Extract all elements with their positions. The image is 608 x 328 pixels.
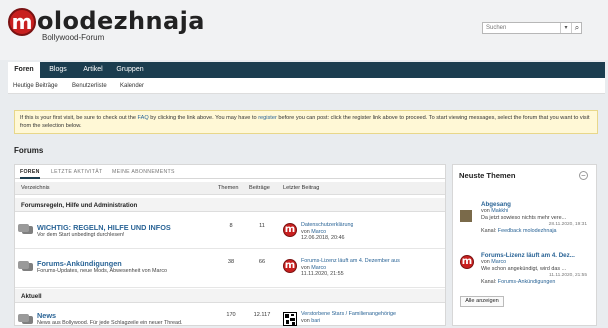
forum-title[interactable]: News <box>37 311 56 320</box>
by-label: von <box>301 264 310 271</box>
last-post-user[interactable]: Marco <box>311 229 326 235</box>
by-label: von <box>301 317 310 324</box>
register-link[interactable]: register <box>258 115 277 121</box>
forum-desc: News aus Bollywood. Für jede Schlagzeile… <box>37 320 183 326</box>
forum-desc: Forums-Updates, neue Mods, Abwesenheit v… <box>37 268 168 274</box>
subnav-todays-posts[interactable]: Heutige Beiträge <box>13 83 58 89</box>
post-count: 11 <box>259 223 265 229</box>
post-count: 12.117 <box>253 312 271 318</box>
last-post-date: 11.11.2020, 21:55 <box>301 271 344 278</box>
site-subtitle: Bollywood-Forum <box>42 33 105 42</box>
site-header: m olodezhnaja Bollywood-Forum Suchen ▾ ⌕ <box>0 0 608 60</box>
avatar-letter: m <box>284 224 296 235</box>
last-post-date: 12.06.2018, 20:46 <box>301 235 345 242</box>
channel-link[interactable]: Forums-Ankündigungen <box>498 279 556 285</box>
chevron-down-icon[interactable]: ▾ <box>560 23 571 33</box>
last-post: Forums-Lizenz läuft am 4. Dezember aus v… <box>301 258 400 278</box>
topic-count: 38 <box>227 259 235 265</box>
avatar[interactable] <box>460 210 472 222</box>
forum-title[interactable]: Forums-Ankündigungen <box>37 259 122 268</box>
last-post: Verstorbene Stars / Familienangehörige v… <box>301 311 396 324</box>
section-title: Forumsregeln, Hilfe und Administration <box>21 202 138 209</box>
tab-subscriptions[interactable]: MEINE ABONNEMENTS <box>112 169 175 175</box>
channel-link[interactable]: Feedback molodezhnaja <box>498 228 557 234</box>
forum-row: Forums-Ankündigungen Forums-Updates, neu… <box>15 250 445 288</box>
col-last-post: Letzter Beitrag <box>283 185 320 191</box>
col-topics: Themen <box>218 185 239 191</box>
site-logo[interactable]: m olodezhnaja Bollywood-Forum <box>8 7 218 48</box>
show-all-button[interactable]: Alle anzeigen <box>460 296 504 307</box>
last-post-title[interactable]: Verstorbene Stars / Familienangehörige <box>301 311 396 317</box>
avatar[interactable]: m <box>460 255 474 269</box>
notice-text-1: If this is your first visit, be sure to … <box>20 115 138 121</box>
avatar[interactable] <box>283 312 297 326</box>
col-posts: Beiträge <box>249 185 270 191</box>
search-box[interactable]: Suchen ▾ ⌕ <box>482 22 582 34</box>
tab-artikel[interactable]: Artikel <box>78 62 108 78</box>
forum-icon <box>18 224 33 234</box>
channel-label: Kanal: <box>481 279 497 285</box>
logo-text: olodezhnaja <box>37 7 205 35</box>
tab-forums[interactable]: FOREN <box>20 169 40 179</box>
topic-user[interactable]: Makkhi <box>491 208 508 214</box>
search-icon[interactable]: ⌕ <box>571 23 582 33</box>
tab-recent-activity[interactable]: LETZTE AKTIVITÄT <box>51 169 103 175</box>
main-nav: Foren Blogs Artikel Gruppen <box>8 62 605 78</box>
last-post-title[interactable]: Forums-Lizenz läuft am 4. Dezember aus <box>301 258 400 264</box>
topic-count: 8 <box>229 223 233 229</box>
sub-nav: Heutige Beiträge Benutzerliste Kalender <box>8 78 605 94</box>
topic-excerpt: Da jetzt sowieso nichts mehr vere... <box>481 215 567 221</box>
by-label: von <box>301 228 310 235</box>
welcome-notice: If this is your first visit, be sure to … <box>14 110 598 134</box>
section-header: Forumsregeln, Hilfe und Administration <box>15 198 445 212</box>
forum-row: News News aus Bollywood. Für jede Schlag… <box>15 304 445 328</box>
avatar[interactable]: m <box>283 223 297 237</box>
column-headers: Verzeichnis Themen Beiträge Letzter Beit… <box>15 182 445 195</box>
section-title: Aktuell <box>21 293 42 300</box>
last-post-user[interactable]: bari <box>311 318 320 324</box>
topic-excerpt: Wie schon angekündigt, wird das ... <box>481 266 567 272</box>
avatar-letter: m <box>284 260 296 271</box>
topic-user[interactable]: Marco <box>491 259 506 265</box>
last-post: Datenschutzerklärung von Marco 12.06.201… <box>301 222 353 242</box>
subnav-calendar[interactable]: Kalender <box>120 83 144 89</box>
by-label: von <box>481 208 490 214</box>
avatar-letter: m <box>461 256 473 267</box>
forum-desc: Vor dem Start unbedingt durchlesen! <box>37 232 125 238</box>
tab-blogs[interactable]: Blogs <box>44 62 72 78</box>
notice-text-2: by clicking the link above. You may have… <box>148 115 259 121</box>
logo-badge: m <box>8 8 36 36</box>
post-count: 66 <box>258 259 266 265</box>
by-label: von <box>481 259 490 265</box>
topic-date: 11.11.2020, 21:55 <box>549 273 587 278</box>
section-header: Aktuell <box>15 289 445 303</box>
forum-icon <box>18 261 33 271</box>
subnav-member-list[interactable]: Benutzerliste <box>72 83 107 89</box>
widget-title: Neuste Themen <box>459 171 516 180</box>
faq-link[interactable]: FAQ <box>138 115 149 121</box>
topic-count: 170 <box>226 312 236 318</box>
page-title: Forums <box>14 146 44 155</box>
forum-row: WICHTIG: REGELN, HILFE UND INFOS Vor dem… <box>15 213 445 249</box>
forum-panel: FOREN LETZTE AKTIVITÄT MEINE ABONNEMENTS… <box>14 164 446 326</box>
topic-title[interactable]: Abgesang <box>481 201 591 208</box>
collapse-icon[interactable]: – <box>579 171 588 180</box>
panel-tabs: FOREN LETZTE AKTIVITÄT MEINE ABONNEMENTS <box>15 165 445 179</box>
forum-icon <box>18 314 33 324</box>
col-directory: Verzeichnis <box>21 185 50 191</box>
forum-title[interactable]: WICHTIG: REGELN, HILFE UND INFOS <box>37 223 171 232</box>
last-post-user[interactable]: Marco <box>311 265 326 271</box>
search-input[interactable]: Suchen <box>486 25 506 31</box>
tab-gruppen[interactable]: Gruppen <box>112 62 148 78</box>
channel-label: Kanal: <box>481 228 497 234</box>
logo-letter: m <box>11 10 33 34</box>
tab-foren[interactable]: Foren <box>8 62 40 78</box>
list-item: m Forums-Lizenz läuft am 4. Dez... von M… <box>459 252 589 288</box>
last-post-title[interactable]: Datenschutzerklärung <box>301 222 353 228</box>
list-item: Abgesang von Makkhi Da jetzt sowieso nic… <box>459 201 589 237</box>
topic-title[interactable]: Forums-Lizenz läuft am 4. Dez... <box>481 252 591 259</box>
topic-date: 28.11.2020, 19:31 <box>548 222 587 227</box>
avatar[interactable]: m <box>283 259 297 273</box>
